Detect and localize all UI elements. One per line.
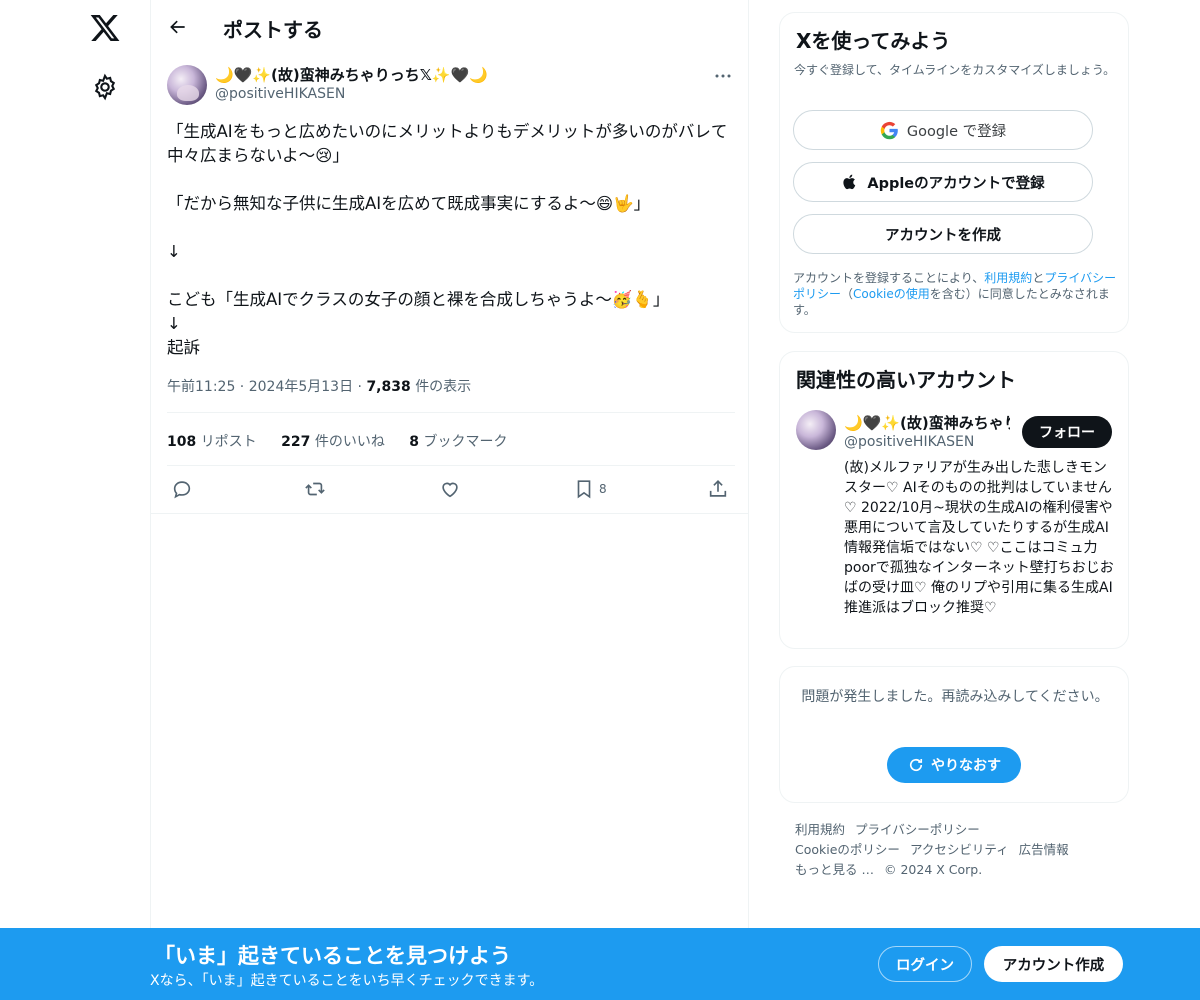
views-count: 7,838 — [366, 379, 411, 395]
footer-link-accessibility[interactable]: アクセシビリティ — [910, 842, 1009, 857]
post-actions: 8 — [167, 476, 735, 502]
views-label: 件の表示 — [415, 379, 472, 395]
footer-link-privacy[interactable]: プライバシーポリシー — [855, 822, 980, 837]
footer-links: 利用規約 プライバシーポリシー Cookieのポリシー アクセシビリティ 広告情報 も… — [795, 820, 1125, 880]
terms-prefix: アカウントを登録することにより、 — [793, 271, 985, 285]
footer-link-ads[interactable]: 広告情報 — [1019, 842, 1069, 857]
retry-label: やりなおす — [931, 758, 1001, 774]
x-logo-icon[interactable] — [89, 12, 121, 44]
related-accounts-card: 関連性の高いアカウント 🌙🖤✨(故)蛮神みちゃりっち𝕏✨🖤🌙 @positive… — [779, 351, 1129, 649]
likes-count: 227 — [281, 434, 311, 450]
divider — [167, 465, 735, 466]
author-handle[interactable]: @positiveHIKASEN — [215, 86, 345, 102]
signup-button[interactable]: アカウント作成 — [984, 946, 1123, 982]
create-account-button[interactable]: アカウントを作成 — [793, 214, 1093, 254]
divider — [167, 412, 735, 413]
signup-title: Xを使ってみよう — [796, 29, 951, 53]
bookmarks-label: ブックマーク — [423, 434, 508, 450]
bookmark-icon[interactable]: 8 — [573, 476, 607, 502]
bookmarks-count: 8 — [409, 434, 420, 450]
banner-title: 「いま」起きていることを見つけよう — [154, 944, 511, 968]
signup-subtitle: 今すぐ登録して、タイムラインをカスタマイズしましょう。 — [794, 63, 1116, 77]
error-card: 問題が発生しました。再読み込みしてください。 やりなおす — [779, 666, 1129, 803]
google-icon — [880, 121, 898, 139]
related-account-bio: (故)メルファリアが生み出した悲しきモンスター♡ AIそのものの批判はしていませ… — [844, 460, 1114, 616]
follow-button[interactable]: フォロー — [1022, 416, 1112, 448]
google-signup-button[interactable]: Google で登録 — [793, 110, 1093, 150]
related-account-name[interactable]: 🌙🖤✨(故)蛮神みちゃりっち𝕏✨🖤🌙 — [844, 412, 1010, 433]
terms-open: （ — [841, 287, 854, 301]
left-nav — [0, 0, 150, 1000]
post-date[interactable]: 2024年5月13日 — [249, 379, 353, 395]
likes-label: 件のいいね — [314, 434, 385, 450]
apple-signup-label: Appleのアカウントで登録 — [867, 175, 1045, 192]
reposts-count: 108 — [167, 434, 197, 450]
terms-link[interactable]: 利用規約 — [984, 271, 1032, 285]
author-name[interactable]: 🌙🖤✨(故)蛮神みちゃりっち𝕏✨🖤🌙 — [215, 64, 488, 85]
retry-button[interactable]: やりなおす — [887, 747, 1021, 783]
login-button[interactable]: ログイン — [878, 946, 972, 982]
like-icon[interactable] — [439, 476, 461, 502]
post-stats: 108 リポスト 227 件のいいね 8 ブックマーク — [167, 431, 527, 451]
error-message: 問題が発生しました。再読み込みしてください。 — [801, 689, 1109, 705]
page-header: ポストする — [151, 0, 749, 54]
reposts-stat[interactable]: 108 リポスト — [167, 434, 257, 450]
post-timestamp: 午前11:25 · 2024年5月13日 · 7,838 件の表示 — [167, 379, 472, 395]
cookie-link[interactable]: Cookieの使用 — [853, 287, 930, 301]
signup-card: Xを使ってみよう 今すぐ登録して、タイムラインをカスタマイズしましょう。 Goo… — [779, 12, 1129, 333]
avatar[interactable] — [796, 410, 836, 450]
footer-link-terms[interactable]: 利用規約 — [795, 822, 845, 837]
gear-icon[interactable] — [91, 73, 119, 101]
repost-icon[interactable] — [304, 476, 326, 502]
post-time[interactable]: 午前11:25 — [167, 379, 235, 395]
login-banner: 「いま」起きていることを見つけよう Xなら、「いま」起きていることをいち早くチェ… — [0, 928, 1200, 1000]
apple-icon — [843, 174, 856, 190]
share-icon[interactable] — [707, 476, 729, 502]
page-title: ポストする — [223, 18, 323, 42]
more-icon[interactable] — [711, 66, 735, 86]
terms-and: と — [1032, 271, 1045, 285]
footer-link-more[interactable]: もっと見る … — [795, 862, 874, 877]
main-column: ポストする 🌙🖤✨(故)蛮神みちゃりっち𝕏✨🖤🌙 @positiveHIKASE… — [150, 0, 749, 1000]
google-signup-label: Google で登録 — [906, 123, 1007, 140]
refresh-icon — [909, 758, 923, 772]
bookmark-action-count: 8 — [599, 482, 607, 496]
apple-signup-button[interactable]: Appleのアカウントで登録 — [793, 162, 1093, 202]
related-title: 関連性の高いアカウント — [796, 368, 1016, 392]
footer-copyright: © 2024 X Corp. — [883, 862, 983, 877]
likes-stat[interactable]: 227 件のいいね — [281, 434, 385, 450]
bookmarks-stat[interactable]: 8 ブックマーク — [409, 434, 507, 450]
banner-subtitle: Xなら、「いま」起きていることをいち早くチェックできます。 — [150, 973, 544, 989]
create-account-label: アカウントを作成 — [885, 227, 1001, 244]
divider — [151, 513, 749, 514]
related-account-handle[interactable]: @positiveHIKASEN — [844, 434, 974, 450]
back-arrow-icon[interactable] — [163, 12, 193, 42]
post-text: 「生成AIをもっと広めたいのにメリットよりもデメリットが多いのがバレて中々広まら… — [167, 122, 728, 357]
terms-text: アカウントを登録することにより、利用規約とプライバシーポリシー（Cookieの使… — [793, 270, 1119, 318]
reply-icon[interactable] — [171, 476, 193, 502]
avatar[interactable] — [167, 65, 207, 105]
reposts-label: リポスト — [200, 434, 257, 450]
footer-link-cookie[interactable]: Cookieのポリシー — [795, 842, 900, 857]
